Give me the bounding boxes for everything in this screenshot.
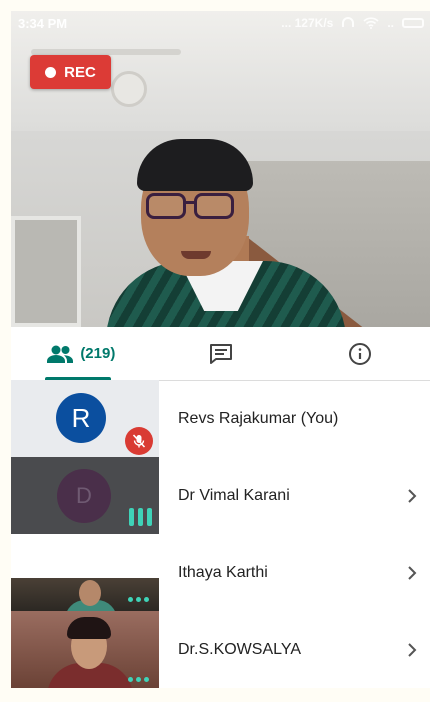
chat-icon bbox=[209, 343, 232, 364]
chevron-right-icon[interactable] bbox=[402, 642, 422, 657]
participant-row[interactable]: D Dr Vimal Karani bbox=[11, 457, 430, 534]
tab-chat[interactable] bbox=[151, 327, 291, 380]
record-dot-icon bbox=[45, 66, 57, 78]
main-video-feed[interactable]: 3:34 PM ... 127K/s .. REC bbox=[11, 11, 430, 327]
participant-name: Ithaya Karthi bbox=[178, 563, 268, 581]
tab-bar: (219) bbox=[11, 327, 430, 381]
avatar: D bbox=[57, 469, 111, 523]
participant-name: Dr.S.KOWSALYA bbox=[178, 640, 301, 658]
participant-list: R Revs Rajakumar (You) D Dr Vimal Karani… bbox=[11, 380, 430, 688]
speaking-indicator-icon bbox=[129, 508, 152, 526]
wifi-icon bbox=[363, 17, 379, 29]
speaker-glasses-left bbox=[146, 193, 186, 219]
status-indicators: ... 127K/s .. bbox=[281, 16, 424, 30]
recording-badge: REC bbox=[30, 55, 111, 89]
headphone-icon bbox=[342, 17, 355, 27]
signal-dots-icon: .. bbox=[387, 16, 394, 30]
speaker-glasses-bridge bbox=[186, 201, 194, 204]
tab-info[interactable] bbox=[290, 327, 430, 380]
video-lamp-head bbox=[111, 71, 147, 107]
more-options-icon bbox=[128, 597, 149, 602]
mic-muted-icon bbox=[125, 427, 153, 455]
avatar-letter: D bbox=[76, 483, 92, 508]
participant-thumbnail bbox=[11, 611, 159, 688]
participant-count: (219) bbox=[80, 345, 116, 362]
participant-thumbnail: D bbox=[11, 457, 159, 534]
avatar-letter: R bbox=[71, 402, 91, 433]
chevron-right-icon[interactable] bbox=[402, 565, 422, 580]
meeting-screen: 3:34 PM ... 127K/s .. REC (219) R Revs R… bbox=[11, 11, 430, 688]
more-options-icon bbox=[128, 677, 149, 682]
speaker-mouth bbox=[181, 251, 211, 259]
participant-name: Dr Vimal Karani bbox=[178, 486, 290, 504]
participant-thumbnail bbox=[11, 534, 159, 611]
participant-name: Revs Rajakumar (You) bbox=[178, 409, 339, 427]
people-icon bbox=[47, 345, 74, 363]
participant-row[interactable]: R Revs Rajakumar (You) bbox=[11, 380, 430, 457]
avatar: R bbox=[56, 393, 106, 443]
status-time: 3:34 PM bbox=[18, 16, 68, 31]
battery-icon bbox=[402, 18, 424, 28]
network-speed: ... 127K/s bbox=[281, 16, 334, 30]
info-icon bbox=[349, 342, 372, 365]
status-bar: 3:34 PM ... 127K/s .. bbox=[11, 11, 430, 35]
participant-thumbnail: R bbox=[11, 380, 159, 457]
chevron-right-icon[interactable] bbox=[402, 488, 422, 503]
participant-video-face bbox=[79, 580, 101, 606]
recording-label: REC bbox=[64, 63, 96, 81]
participant-row[interactable]: Dr.S.KOWSALYA bbox=[11, 611, 430, 688]
participant-row[interactable]: Ithaya Karthi bbox=[11, 534, 430, 611]
speaker-glasses-right bbox=[194, 193, 234, 219]
speaker-hair bbox=[137, 139, 253, 191]
video-door bbox=[11, 216, 81, 327]
participant-video-hair bbox=[67, 617, 111, 639]
tab-participants[interactable]: (219) bbox=[11, 327, 151, 381]
